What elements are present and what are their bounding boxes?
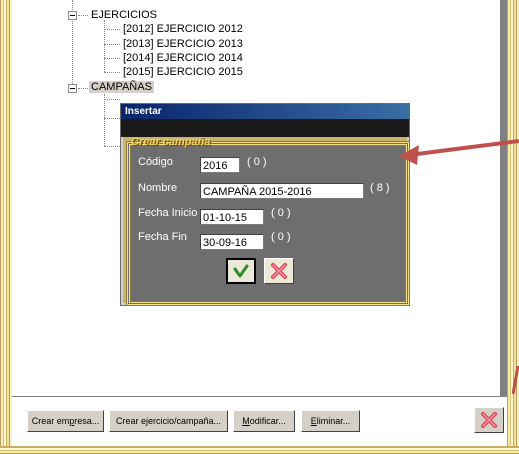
tree-connector [104,99,120,100]
annotation-arrow-partial [512,366,519,395]
fecha-fin-count: ( 0 ) [271,231,291,243]
annotation-arrow [399,139,519,165]
cancel-button[interactable] [264,258,294,284]
fecha-inicio-label: Fecha Inicio [138,207,198,219]
insert-dialog: Insertar Crear campaña Código 2016 ( 0 )… [120,103,410,306]
collapse-icon[interactable] [68,84,77,93]
tree-node-ejercicio-2013[interactable]: [2013] EJERCICIO 2013 [123,38,243,50]
tree-connector [104,58,120,59]
tree-node-ejercicios[interactable]: EJERCICIOS [91,9,157,21]
tree-connector [78,88,88,89]
eliminar-button[interactable]: Eliminar... [301,410,360,432]
panel-separator [500,0,506,396]
cancel-x-icon [481,412,497,428]
close-button[interactable] [474,407,504,433]
tree-node-campanas[interactable]: CAMPAÑAS [89,81,154,93]
cancel-x-icon [271,263,287,279]
crear-ejercicio-campana-button[interactable]: Crear ejercicio/campaña... [109,410,228,432]
tree-node-ejercicio-2015[interactable]: [2015] EJERCICIO 2015 [123,66,243,78]
dialog-body: Crear campaña Código 2016 ( 0 ) Nombre C… [123,136,409,305]
tree-connector [104,72,120,73]
fecha-inicio-count: ( 0 ) [271,207,291,219]
fecha-inicio-input[interactable]: 01-10-15 [200,209,264,225]
crear-empresa-button[interactable]: Crear empresa... [27,410,104,432]
tree-connector [104,118,120,119]
group-caption: Crear campaña [131,136,211,148]
tree-connector [104,146,120,147]
dialog-title[interactable]: Insertar [121,104,409,119]
codigo-label: Código [138,156,173,168]
window-frame-bottom [0,446,519,454]
check-icon [233,264,249,278]
codigo-count: ( 0 ) [247,156,267,168]
nombre-count: ( 8 ) [370,182,390,194]
collapse-icon[interactable] [68,11,77,20]
tree-connector [104,44,120,45]
fecha-fin-label: Fecha Fin [138,231,187,243]
accept-button[interactable] [226,258,256,284]
fecha-fin-input[interactable]: 30-09-16 [200,234,264,250]
window-frame-left [0,0,12,454]
tree-connector [78,15,88,16]
tree-connector [104,29,120,30]
dialog-header-bar [121,119,409,137]
modificar-button[interactable]: Modificar... [233,410,295,432]
create-campaign-group: Crear campaña Código 2016 ( 0 ) Nombre C… [127,136,409,305]
tree-connector [104,94,105,146]
tree-connector [104,20,105,72]
nombre-input[interactable]: CAMPAÑA 2015-2016 [200,183,364,199]
tree-node-ejercicio-2012[interactable]: [2012] EJERCICIO 2012 [123,23,243,35]
tree-node-ejercicio-2014[interactable]: [2014] EJERCICIO 2014 [123,52,243,64]
codigo-input[interactable]: 2016 [200,157,240,173]
nombre-label: Nombre [138,182,178,194]
